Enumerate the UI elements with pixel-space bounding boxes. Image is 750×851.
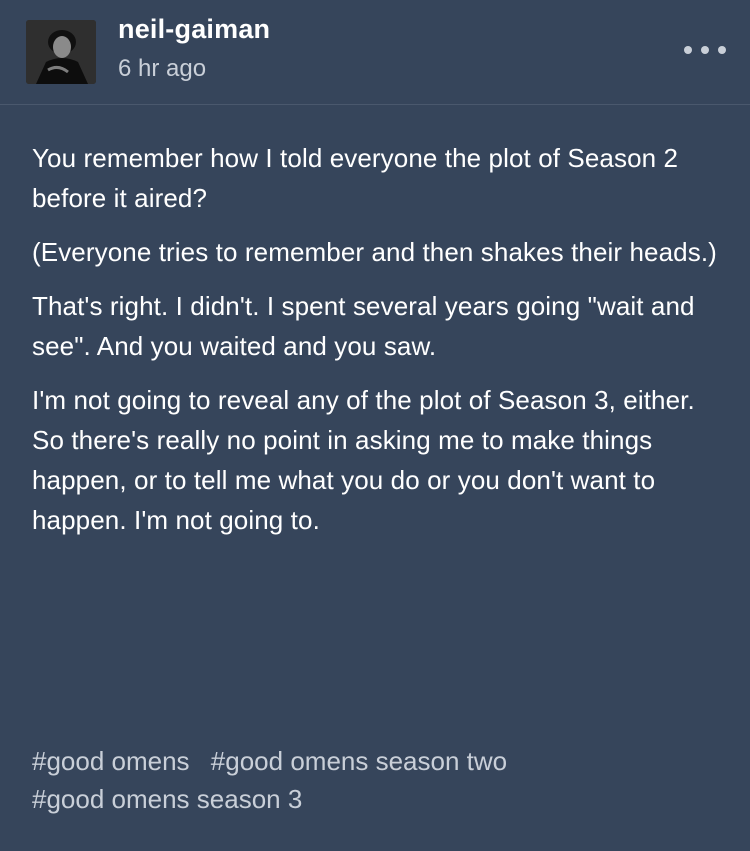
- post-paragraph: That's right. I didn't. I spent several …: [32, 291, 695, 361]
- tag-good-omens[interactable]: #good omens: [32, 742, 190, 780]
- more-horizontal-icon: [718, 46, 726, 54]
- post-body: You remember how I told everyone the plo…: [32, 138, 722, 554]
- post-timestamp: 6 hr ago: [118, 55, 207, 82]
- post-card: neil-gaiman 6 hr ago You remember how I …: [0, 0, 750, 851]
- post-tags: #good omens #good omens season two #good…: [32, 742, 722, 818]
- more-options-button[interactable]: [684, 38, 726, 62]
- tag-good-omens-season-two[interactable]: #good omens season two: [211, 742, 507, 780]
- tag-good-omens-season-3[interactable]: #good omens season 3: [32, 780, 302, 818]
- post-paragraph: I'm not going to reveal any of the plot …: [32, 385, 695, 535]
- post-paragraph: (Everyone tries to remember and then sha…: [32, 237, 717, 267]
- avatar-image: [26, 20, 96, 84]
- post-paragraph: You remember how I told everyone the plo…: [32, 143, 679, 213]
- more-horizontal-icon: [684, 46, 692, 54]
- username-link[interactable]: neil-gaiman: [118, 14, 270, 45]
- more-horizontal-icon: [701, 46, 709, 54]
- avatar[interactable]: [26, 20, 96, 84]
- post-header: neil-gaiman 6 hr ago: [0, 0, 750, 105]
